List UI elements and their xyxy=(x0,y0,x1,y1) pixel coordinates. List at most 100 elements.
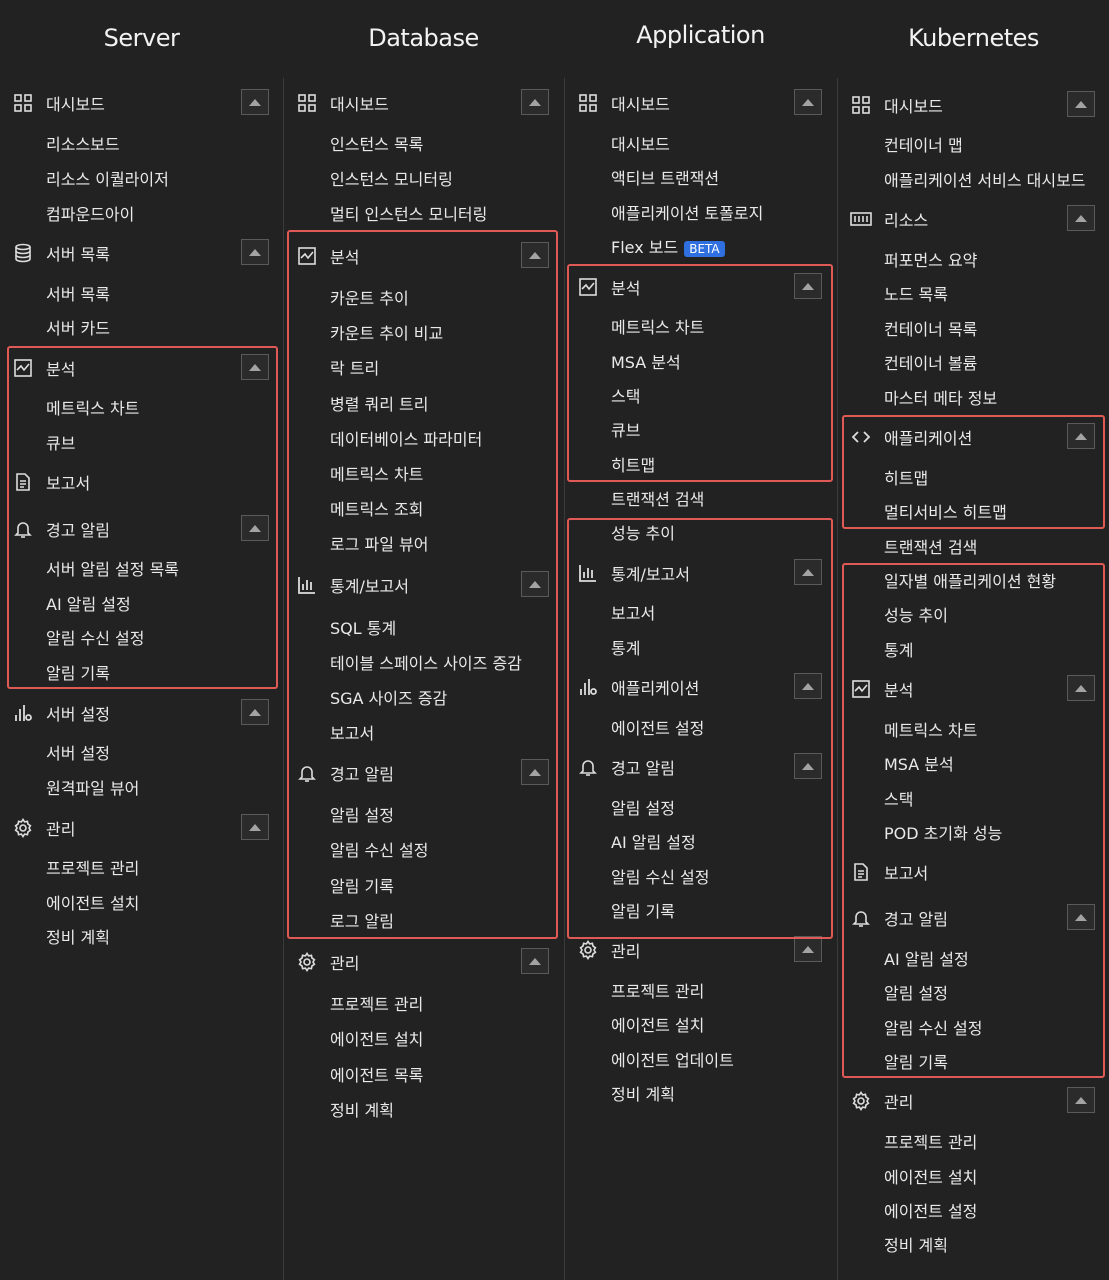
item-label: Flex 보드 BETA xyxy=(565,234,725,258)
collapse-button[interactable] xyxy=(241,699,269,725)
collapse-arrow-icon xyxy=(249,248,261,256)
item-label: 애플리케이션 토폴로지 xyxy=(611,204,764,223)
menu-item-agent-install[interactable]: 에이전트 설치 xyxy=(838,1160,1109,1192)
kubernetes-column: Kubernetes 대시보드 컨테이너 맵 애플리케이션 서비스 대시보드 리… xyxy=(838,0,1109,1280)
menu-item-container-list[interactable]: 컨테이너 목록 xyxy=(838,312,1109,344)
menu-item-maintenance[interactable]: 정비 계획 xyxy=(284,1093,563,1125)
menu-item-project-manage[interactable]: 프로젝트 관리 xyxy=(284,987,563,1019)
item-label: 프로젝트 관리 xyxy=(611,982,705,1001)
database-icon xyxy=(12,242,34,264)
gear-icon xyxy=(577,939,599,961)
menu-item-app-service-dashboard[interactable]: 애플리케이션 서비스 대시보드 xyxy=(838,163,1109,195)
menu-item-project-manage[interactable]: 프로젝트 관리 xyxy=(565,974,836,1006)
menu-item-agent-update[interactable]: 에이전트 업데이트 xyxy=(565,1043,836,1075)
section-dashboard[interactable]: 대시보드 xyxy=(0,87,283,119)
menu-item-instance-monitoring[interactable]: 인스턴스 모니터링 xyxy=(284,162,563,194)
menu-item-perf-summary[interactable]: 퍼포먼스 요약 xyxy=(838,243,1109,275)
collapse-arrow-icon xyxy=(802,945,814,953)
item-label: 서버 목록 xyxy=(46,285,110,304)
server-column: Server 대시보드 리소스보드 리소스 이퀄라이저 컴파운드아이 서버 목록… xyxy=(0,0,283,1280)
menu-item-container-map[interactable]: 컨테이너 맵 xyxy=(838,128,1109,160)
item-label: 프로젝트 관리 xyxy=(330,995,424,1014)
menu-item-agent-install[interactable]: 에이전트 설치 xyxy=(565,1008,836,1040)
section-dashboard[interactable]: 대시보드 xyxy=(284,87,563,119)
menu-item-agent-install[interactable]: 에이전트 설치 xyxy=(0,886,283,918)
menu-item-project-manage[interactable]: 프로젝트 관리 xyxy=(0,851,283,883)
highlight-box xyxy=(567,264,833,482)
item-label: 액티브 트랜잭션 xyxy=(611,169,720,188)
collapse-button[interactable] xyxy=(1067,1087,1095,1113)
menu-item-dashboard[interactable]: 대시보드 xyxy=(565,127,836,159)
item-label: 대시보드 xyxy=(611,135,670,154)
highlight-box xyxy=(287,230,558,939)
item-label: 노드 목록 xyxy=(884,285,948,304)
menu-item-remote-file-viewer[interactable]: 원격파일 뷰어 xyxy=(0,771,283,803)
collapse-arrow-icon xyxy=(249,708,261,716)
section-dashboard[interactable]: 대시보드 xyxy=(838,89,1109,121)
collapse-button[interactable] xyxy=(794,936,822,962)
menu-item-tx-search[interactable]: 트랜잭션 검색 xyxy=(565,482,836,514)
database-column: Database 대시보드 인스턴스 목록 인스턴스 모니터링 멀티 인스턴스 … xyxy=(284,0,563,1280)
menu-item-maintenance[interactable]: 정비 계획 xyxy=(565,1077,836,1109)
column-title: Server xyxy=(103,24,180,52)
menu-item-compound-eye[interactable]: 컴파운드아이 xyxy=(0,197,283,229)
menu-item-agent-list[interactable]: 에이전트 목록 xyxy=(284,1058,563,1090)
menu-item-maintenance[interactable]: 정비 계획 xyxy=(838,1228,1109,1260)
menu-item-server-setting[interactable]: 서버 설정 xyxy=(0,736,283,768)
dashboard-grid-icon xyxy=(850,94,872,116)
section-manage[interactable]: 관리 xyxy=(838,1085,1109,1117)
item-label: 트랜잭션 검색 xyxy=(611,490,705,509)
menu-item-app-topology[interactable]: 애플리케이션 토폴로지 xyxy=(565,196,836,228)
item-label: 트랜잭션 검색 xyxy=(884,538,978,557)
dashboard-grid-icon xyxy=(577,92,599,114)
collapse-button[interactable] xyxy=(1067,205,1095,231)
gear-icon xyxy=(12,817,34,839)
collapse-button[interactable] xyxy=(241,814,269,840)
menu-item-multi-instance[interactable]: 멀티 인스턴스 모니터링 xyxy=(284,197,563,229)
section-manage[interactable]: 관리 xyxy=(284,946,563,978)
item-label: 정비 계획 xyxy=(611,1085,675,1104)
item-label: 컨테이너 볼륨 xyxy=(884,354,978,373)
item-label: 에이전트 업데이트 xyxy=(611,1051,734,1070)
item-label: 에이전트 설치 xyxy=(330,1030,424,1049)
item-label: 멀티 인스턴스 모니터링 xyxy=(330,205,488,224)
item-label: 정비 계획 xyxy=(46,928,110,947)
menu-item-project-manage[interactable]: 프로젝트 관리 xyxy=(838,1125,1109,1157)
menu-item-resource-board[interactable]: 리소스보드 xyxy=(0,127,283,159)
menu-item-server-list[interactable]: 서버 목록 xyxy=(0,277,283,309)
menu-item-node-list[interactable]: 노드 목록 xyxy=(838,277,1109,309)
beta-badge: BETA xyxy=(684,240,725,257)
section-resource[interactable]: 리소스 xyxy=(838,203,1109,235)
flex-board-label: Flex 보드 xyxy=(611,238,679,257)
section-server-setting[interactable]: 서버 설정 xyxy=(0,697,283,729)
column-title: Kubernetes xyxy=(908,24,1039,52)
collapse-button[interactable] xyxy=(1067,91,1095,117)
item-label: 퍼포먼스 요약 xyxy=(884,251,978,270)
dashboard-grid-icon xyxy=(12,92,34,114)
menu-item-container-volume[interactable]: 컨테이너 볼륨 xyxy=(838,346,1109,378)
menu-item-agent-install[interactable]: 에이전트 설치 xyxy=(284,1022,563,1054)
menu-item-tx-search[interactable]: 트랜잭션 검색 xyxy=(838,530,1109,562)
menu-item-maintenance[interactable]: 정비 계획 xyxy=(0,920,283,952)
menu-item-active-tx[interactable]: 액티브 트랜잭션 xyxy=(565,161,836,193)
collapse-button[interactable] xyxy=(241,89,269,115)
menu-item-flex-board[interactable]: Flex 보드 BETA xyxy=(565,230,836,262)
item-label: 에이전트 설치 xyxy=(46,894,140,913)
collapse-button[interactable] xyxy=(794,89,822,115)
section-server-list[interactable]: 서버 목록 xyxy=(0,237,283,269)
menu-item-master-meta[interactable]: 마스터 메타 정보 xyxy=(838,381,1109,413)
menu-item-instance-list[interactable]: 인스턴스 목록 xyxy=(284,127,563,159)
section-manage[interactable]: 관리 xyxy=(0,812,283,844)
menu-item-server-card[interactable]: 서버 카드 xyxy=(0,311,283,343)
item-label: 에이전트 목록 xyxy=(330,1066,424,1085)
collapse-arrow-icon xyxy=(802,98,814,106)
menu-item-agent-setting[interactable]: 에이전트 설정 xyxy=(838,1194,1109,1226)
menu-item-resource-equalizer[interactable]: 리소스 이퀄라이저 xyxy=(0,162,283,194)
section-dashboard[interactable]: 대시보드 xyxy=(565,87,836,119)
resource-icon xyxy=(850,208,872,230)
dashboard-grid-icon xyxy=(296,92,318,114)
collapse-button[interactable] xyxy=(521,89,549,115)
collapse-arrow-icon xyxy=(1075,100,1087,108)
collapse-button[interactable] xyxy=(521,948,549,974)
collapse-button[interactable] xyxy=(241,239,269,265)
